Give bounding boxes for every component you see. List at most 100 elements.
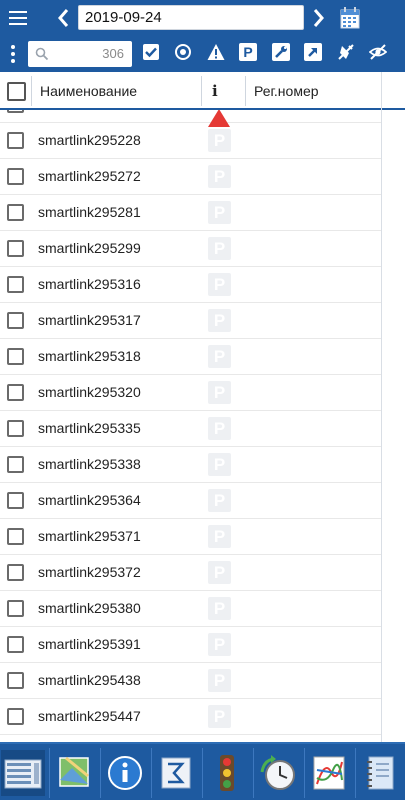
- table-row[interactable]: smartlink295371 P: [0, 519, 381, 555]
- vehicle-name: smartlink295281: [38, 204, 141, 220]
- row-checkbox[interactable]: [7, 168, 24, 185]
- column-info-header[interactable]: i: [212, 82, 218, 100]
- row-checkbox[interactable]: [7, 312, 24, 329]
- row-checkbox[interactable]: [7, 276, 24, 293]
- table-row[interactable]: smartlink295281 P: [0, 195, 381, 231]
- column-reg-header[interactable]: Рег.номер: [254, 83, 319, 99]
- list-view-icon[interactable]: [1, 750, 45, 796]
- vehicle-name: smartlink295371: [38, 528, 141, 544]
- row-checkbox[interactable]: [7, 348, 24, 365]
- table-row[interactable]: smartlink295317 P: [0, 303, 381, 339]
- table-row[interactable]: smartlink295316 P: [0, 267, 381, 303]
- date-field[interactable]: 2019-09-24: [78, 5, 304, 30]
- prev-date-button[interactable]: [54, 6, 74, 30]
- row-checkbox[interactable]: [7, 636, 24, 653]
- parking-status-icon: P: [208, 309, 231, 332]
- vehicle-name: smartlink295228: [38, 132, 141, 148]
- table-row[interactable]: smartlink295364 P: [0, 483, 381, 519]
- summary-icon[interactable]: [154, 750, 198, 796]
- vehicle-name: smartlink295338: [38, 456, 141, 472]
- info-icon[interactable]: [103, 750, 147, 796]
- table-row[interactable]: smartlink295372 P: [0, 555, 381, 591]
- table-row[interactable]: smartlink295335 P: [0, 411, 381, 447]
- table-row[interactable]: smartlink295391 P: [0, 627, 381, 663]
- table-row[interactable]: smartlink295318 P: [0, 339, 381, 375]
- parking-status-icon: P: [208, 381, 231, 404]
- column-name-header[interactable]: Наименование: [40, 83, 137, 99]
- parking-status-icon: P: [208, 165, 231, 188]
- row-checkbox[interactable]: [7, 110, 24, 113]
- row-checkbox[interactable]: [7, 564, 24, 581]
- parking-status-icon: P: [208, 201, 231, 224]
- row-checkbox[interactable]: [7, 384, 24, 401]
- notebook-icon[interactable]: [358, 750, 402, 796]
- calendar-icon[interactable]: [340, 7, 360, 29]
- vehicle-name: smartlink295391: [38, 636, 141, 652]
- history-icon[interactable]: [256, 750, 300, 796]
- vehicle-name: smartlink295318: [38, 348, 141, 364]
- vehicle-name: smartlink295272: [38, 168, 141, 184]
- row-checkbox[interactable]: [7, 204, 24, 221]
- table-row[interactable]: smartlink295338 P: [0, 447, 381, 483]
- row-checkbox[interactable]: [7, 672, 24, 689]
- select-all-checkbox[interactable]: [7, 82, 26, 101]
- table-row[interactable]: smartlink295447 P: [0, 699, 381, 735]
- table-row[interactable]: smartlink295380 P: [0, 591, 381, 627]
- row-checkbox[interactable]: [7, 420, 24, 437]
- toolbar-divider: [49, 748, 50, 798]
- parking-status-icon: P: [208, 453, 231, 476]
- svg-text:P: P: [243, 44, 252, 60]
- vehicle-name: smartlink295372: [38, 564, 141, 580]
- row-checkbox[interactable]: [7, 600, 24, 617]
- traffic-light-icon[interactable]: [205, 750, 249, 796]
- vehicle-name: smartlink295438: [38, 672, 141, 688]
- vehicle-name: smartlink295316: [38, 276, 141, 292]
- parking-status-icon: P: [208, 561, 231, 584]
- header-divider: [245, 76, 246, 106]
- toolbar-divider: [100, 748, 101, 798]
- row-checkbox[interactable]: [7, 456, 24, 473]
- checkbox-icon[interactable]: [142, 43, 160, 61]
- row-checkbox[interactable]: [7, 492, 24, 509]
- toolbar-divider: [202, 748, 203, 798]
- map-icon[interactable]: [52, 750, 96, 796]
- table-row[interactable]: smartlink295320 P: [0, 375, 381, 411]
- warning-icon[interactable]: [207, 43, 225, 61]
- table-row[interactable]: smartlink295272 P: [0, 159, 381, 195]
- parking-status-icon: P: [208, 345, 231, 368]
- parking-icon[interactable]: P: [239, 43, 257, 61]
- column-divider: [381, 72, 382, 742]
- search-count: 306: [102, 46, 124, 61]
- target-icon[interactable]: [174, 43, 192, 61]
- table-row[interactable]: smartlink295299 P: [0, 231, 381, 267]
- parking-status-icon: P: [208, 633, 231, 656]
- menu-icon[interactable]: [6, 6, 30, 30]
- hidden-icon[interactable]: [369, 43, 387, 61]
- table-row[interactable]: smartlink295222: [0, 110, 381, 127]
- search-icon: [35, 47, 49, 61]
- row-checkbox[interactable]: [7, 132, 24, 149]
- vehicle-name: smartlink295222: [38, 110, 141, 112]
- no-signal-icon[interactable]: [337, 43, 355, 61]
- next-date-button[interactable]: [308, 6, 328, 30]
- header-divider: [201, 76, 202, 106]
- arrow-out-icon[interactable]: [304, 43, 322, 61]
- vehicle-name: smartlink295317: [38, 312, 141, 328]
- table-row[interactable]: smartlink295228 P: [0, 123, 381, 159]
- table-row[interactable]: smartlink295438 P: [0, 663, 381, 699]
- wrench-icon[interactable]: [272, 43, 290, 61]
- chart-icon[interactable]: [307, 750, 351, 796]
- parking-status-icon: P: [208, 525, 231, 548]
- search-input[interactable]: 306: [28, 41, 132, 67]
- row-checkbox[interactable]: [7, 708, 24, 725]
- parking-status-icon: P: [208, 669, 231, 692]
- parking-status-icon: P: [208, 273, 231, 296]
- vehicle-name: smartlink295380: [38, 600, 141, 616]
- vehicle-name: smartlink295335: [38, 420, 141, 436]
- row-checkbox[interactable]: [7, 240, 24, 257]
- top-bar: 2019-09-24: [0, 0, 405, 36]
- vehicle-list[interactable]: smartlink295222 smartlink295228 Psmartlin…: [0, 110, 405, 742]
- row-checkbox[interactable]: [7, 528, 24, 545]
- more-options-icon[interactable]: [9, 44, 17, 64]
- table-header: Наименование i Рег.номер: [0, 72, 405, 110]
